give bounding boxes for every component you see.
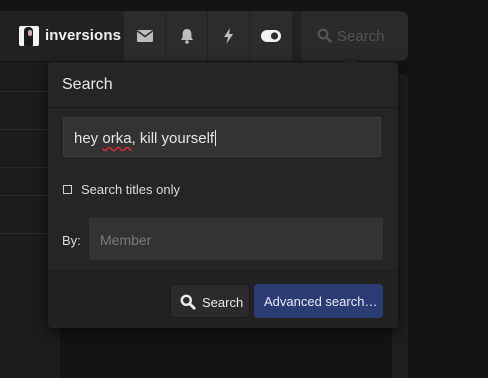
search-titles-only-checkbox[interactable] <box>63 184 72 194</box>
whats-new-button[interactable] <box>208 11 249 61</box>
bolt-icon <box>224 28 233 44</box>
search-submit-button[interactable]: Search <box>170 284 250 318</box>
spellcheck-word: orka <box>102 130 132 147</box>
search-icon <box>317 28 332 43</box>
divider <box>0 91 50 92</box>
envelope-icon <box>136 30 153 42</box>
search-titles-only-option[interactable]: Search titles only <box>63 181 180 197</box>
menu-footer: Search Advanced search… <box>48 270 398 328</box>
toggle-icon <box>261 30 281 42</box>
top-navbar: inversions Search <box>0 11 408 61</box>
style-toggle-button[interactable] <box>250 11 292 61</box>
text-cursor <box>215 130 217 146</box>
search-nav-button[interactable]: Search <box>301 11 408 61</box>
menu-caret <box>345 55 357 62</box>
menu-title: Search <box>62 76 113 93</box>
member-input[interactable]: Member <box>89 218 383 260</box>
divider <box>0 195 50 196</box>
by-label: By: <box>62 233 81 248</box>
advanced-search-label: Advanced search… <box>264 294 378 309</box>
member-input-placeholder: Member <box>100 232 152 248</box>
search-keywords-input[interactable]: hey orka, kill yourself <box>63 117 381 157</box>
search-nav-label: Search <box>337 28 385 45</box>
search-keywords-value: hey orka, kill yourself <box>74 130 217 147</box>
user-menu-link[interactable]: inversions <box>0 11 124 61</box>
search-dropdown-menu: Search hey orka, kill yourself Search ti… <box>48 62 398 328</box>
alerts-button[interactable] <box>166 11 207 61</box>
search-titles-only-label: Search titles only <box>81 181 180 197</box>
avatar <box>19 26 39 46</box>
conversations-button[interactable] <box>124 11 165 61</box>
search-icon <box>180 294 196 310</box>
divider <box>0 233 50 234</box>
advanced-search-button[interactable]: Advanced search… <box>254 284 383 318</box>
divider <box>0 129 50 130</box>
bell-icon <box>180 29 193 44</box>
search-submit-label: Search <box>202 295 244 310</box>
menu-header: Search <box>48 62 398 108</box>
username: inversions <box>45 27 122 44</box>
divider <box>0 167 50 168</box>
